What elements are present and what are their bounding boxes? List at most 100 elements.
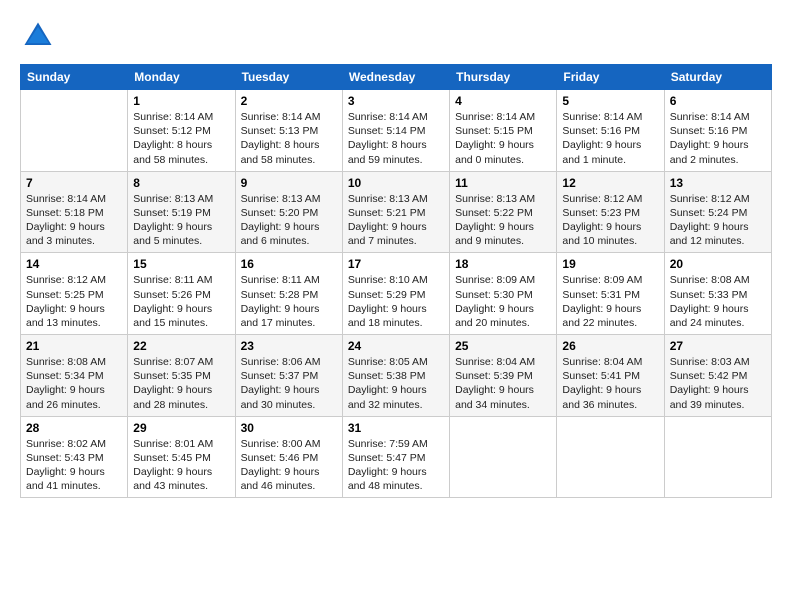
day-info: Sunrise: 8:14 AM Sunset: 5:16 PM Dayligh… (670, 110, 766, 167)
page: SundayMondayTuesdayWednesdayThursdayFrid… (0, 0, 792, 612)
day-info: Sunrise: 8:09 AM Sunset: 5:30 PM Dayligh… (455, 273, 551, 330)
day-cell: 2 Sunrise: 8:14 AM Sunset: 5:13 PM Daylig… (235, 90, 342, 172)
day-info: Sunrise: 8:14 AM Sunset: 5:16 PM Dayligh… (562, 110, 658, 167)
day-cell: 3 Sunrise: 8:14 AM Sunset: 5:14 PM Daylig… (342, 90, 449, 172)
day-cell: 24 Sunrise: 8:05 AM Sunset: 5:38 PM Dayli… (342, 335, 449, 417)
day-info: Sunrise: 8:10 AM Sunset: 5:29 PM Dayligh… (348, 273, 444, 330)
day-cell: 5Sunrise: 8:14 AM Sunset: 5:16 PM Daylig… (557, 90, 664, 172)
week-row-3: 21 Sunrise: 8:08 AM Sunset: 5:34 PM Dayli… (21, 335, 772, 417)
weekday-header-friday: Friday (557, 65, 664, 90)
weekday-header-sunday: Sunday (21, 65, 128, 90)
day-info: Sunrise: 8:04 AM Sunset: 5:41 PM Dayligh… (562, 355, 658, 412)
day-info: Sunrise: 8:14 AM Sunset: 5:14 PM Dayligh… (348, 110, 444, 167)
weekday-header-saturday: Saturday (664, 65, 771, 90)
week-row-1: 7 Sunrise: 8:14 AM Sunset: 5:18 PM Daylig… (21, 171, 772, 253)
day-info: Sunrise: 8:14 AM Sunset: 5:15 PM Dayligh… (455, 110, 551, 167)
day-cell: 6 Sunrise: 8:14 AM Sunset: 5:16 PM Daylig… (664, 90, 771, 172)
day-cell: 21 Sunrise: 8:08 AM Sunset: 5:34 PM Dayli… (21, 335, 128, 417)
day-info: Sunrise: 8:11 AM Sunset: 5:28 PM Dayligh… (241, 273, 337, 330)
day-cell: 25Sunrise: 8:04 AM Sunset: 5:39 PM Dayli… (450, 335, 557, 417)
day-cell: 23Sunrise: 8:06 AM Sunset: 5:37 PM Dayli… (235, 335, 342, 417)
day-info: Sunrise: 8:07 AM Sunset: 5:35 PM Dayligh… (133, 355, 229, 412)
day-info: Sunrise: 8:12 AM Sunset: 5:25 PM Dayligh… (26, 273, 122, 330)
day-number: 15 (133, 257, 229, 271)
day-number: 10 (348, 176, 444, 190)
day-info: Sunrise: 8:13 AM Sunset: 5:19 PM Dayligh… (133, 192, 229, 249)
day-info: Sunrise: 8:09 AM Sunset: 5:31 PM Dayligh… (562, 273, 658, 330)
logo-icon (20, 18, 56, 54)
day-number: 17 (348, 257, 444, 271)
day-info: Sunrise: 8:14 AM Sunset: 5:12 PM Dayligh… (133, 110, 229, 167)
day-info: Sunrise: 8:13 AM Sunset: 5:20 PM Dayligh… (241, 192, 337, 249)
day-number: 21 (26, 339, 122, 353)
day-cell: 10 Sunrise: 8:13 AM Sunset: 5:21 PM Dayli… (342, 171, 449, 253)
day-info: Sunrise: 8:00 AM Sunset: 5:46 PM Dayligh… (241, 437, 337, 494)
day-info: Sunrise: 8:02 AM Sunset: 5:43 PM Dayligh… (26, 437, 122, 494)
day-number: 8 (133, 176, 229, 190)
day-cell: 30Sunrise: 8:00 AM Sunset: 5:46 PM Dayli… (235, 416, 342, 498)
day-number: 2 (241, 94, 337, 108)
day-number: 26 (562, 339, 658, 353)
week-row-0: 1 Sunrise: 8:14 AM Sunset: 5:12 PM Daylig… (21, 90, 772, 172)
day-number: 22 (133, 339, 229, 353)
day-cell: 7 Sunrise: 8:14 AM Sunset: 5:18 PM Daylig… (21, 171, 128, 253)
day-number: 24 (348, 339, 444, 353)
day-cell: 16 Sunrise: 8:11 AM Sunset: 5:28 PM Dayli… (235, 253, 342, 335)
day-number: 19 (562, 257, 658, 271)
day-number: 23 (241, 339, 337, 353)
day-number: 7 (26, 176, 122, 190)
day-info: Sunrise: 8:13 AM Sunset: 5:22 PM Dayligh… (455, 192, 551, 249)
day-number: 12 (562, 176, 658, 190)
day-cell: 31Sunrise: 7:59 AM Sunset: 5:47 PM Dayli… (342, 416, 449, 498)
day-info: Sunrise: 8:13 AM Sunset: 5:21 PM Dayligh… (348, 192, 444, 249)
day-number: 18 (455, 257, 551, 271)
day-cell: 14 Sunrise: 8:12 AM Sunset: 5:25 PM Dayli… (21, 253, 128, 335)
day-number: 4 (455, 94, 551, 108)
calendar-table: SundayMondayTuesdayWednesdayThursdayFrid… (20, 64, 772, 498)
day-cell: 12 Sunrise: 8:12 AM Sunset: 5:23 PM Dayli… (557, 171, 664, 253)
day-cell: 18 Sunrise: 8:09 AM Sunset: 5:30 PM Dayli… (450, 253, 557, 335)
weekday-header-wednesday: Wednesday (342, 65, 449, 90)
day-cell: 19 Sunrise: 8:09 AM Sunset: 5:31 PM Dayli… (557, 253, 664, 335)
day-number: 14 (26, 257, 122, 271)
day-number: 3 (348, 94, 444, 108)
day-number: 31 (348, 421, 444, 435)
day-cell: 28 Sunrise: 8:02 AM Sunset: 5:43 PM Dayli… (21, 416, 128, 498)
weekday-header-row: SundayMondayTuesdayWednesdayThursdayFrid… (21, 65, 772, 90)
day-number: 27 (670, 339, 766, 353)
day-number: 11 (455, 176, 551, 190)
day-info: Sunrise: 8:12 AM Sunset: 5:23 PM Dayligh… (562, 192, 658, 249)
day-number: 25 (455, 339, 551, 353)
day-cell: 26 Sunrise: 8:04 AM Sunset: 5:41 PM Dayli… (557, 335, 664, 417)
day-cell: 27 Sunrise: 8:03 AM Sunset: 5:42 PM Dayli… (664, 335, 771, 417)
day-number: 16 (241, 257, 337, 271)
weekday-header-tuesday: Tuesday (235, 65, 342, 90)
day-cell: 20Sunrise: 8:08 AM Sunset: 5:33 PM Dayli… (664, 253, 771, 335)
week-row-2: 14 Sunrise: 8:12 AM Sunset: 5:25 PM Dayli… (21, 253, 772, 335)
day-cell: 4 Sunrise: 8:14 AM Sunset: 5:15 PM Daylig… (450, 90, 557, 172)
day-cell: 17 Sunrise: 8:10 AM Sunset: 5:29 PM Dayli… (342, 253, 449, 335)
day-info: Sunrise: 8:08 AM Sunset: 5:33 PM Dayligh… (670, 273, 766, 330)
day-info: Sunrise: 8:12 AM Sunset: 5:24 PM Dayligh… (670, 192, 766, 249)
day-cell: 11 Sunrise: 8:13 AM Sunset: 5:22 PM Dayli… (450, 171, 557, 253)
day-cell: 15 Sunrise: 8:11 AM Sunset: 5:26 PM Dayli… (128, 253, 235, 335)
day-info: Sunrise: 8:01 AM Sunset: 5:45 PM Dayligh… (133, 437, 229, 494)
day-number: 9 (241, 176, 337, 190)
day-info: Sunrise: 8:05 AM Sunset: 5:38 PM Dayligh… (348, 355, 444, 412)
logo (20, 18, 60, 54)
day-info: Sunrise: 8:14 AM Sunset: 5:18 PM Dayligh… (26, 192, 122, 249)
day-info: Sunrise: 8:03 AM Sunset: 5:42 PM Dayligh… (670, 355, 766, 412)
day-info: Sunrise: 8:08 AM Sunset: 5:34 PM Dayligh… (26, 355, 122, 412)
day-number: 13 (670, 176, 766, 190)
day-number: 6 (670, 94, 766, 108)
day-info: Sunrise: 8:14 AM Sunset: 5:13 PM Dayligh… (241, 110, 337, 167)
weekday-header-monday: Monday (128, 65, 235, 90)
weekday-header-thursday: Thursday (450, 65, 557, 90)
day-cell: 29Sunrise: 8:01 AM Sunset: 5:45 PM Dayli… (128, 416, 235, 498)
day-number: 1 (133, 94, 229, 108)
day-number: 28 (26, 421, 122, 435)
day-cell (21, 90, 128, 172)
day-cell: 22 Sunrise: 8:07 AM Sunset: 5:35 PM Dayli… (128, 335, 235, 417)
day-cell (664, 416, 771, 498)
day-info: Sunrise: 8:11 AM Sunset: 5:26 PM Dayligh… (133, 273, 229, 330)
